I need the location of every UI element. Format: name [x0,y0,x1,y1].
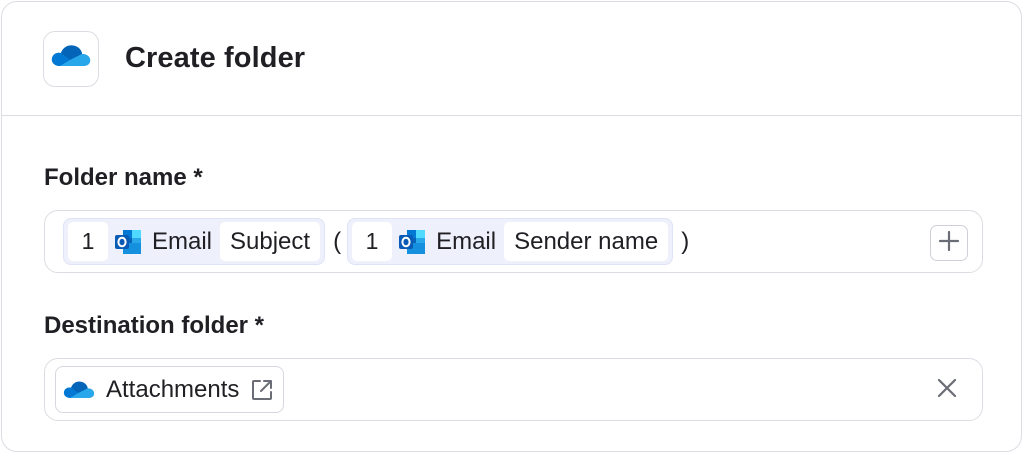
selected-folder-label: Attachments [106,375,240,403]
create-folder-card: Create folder Folder name * 1 Email Subj… [1,1,1022,452]
plus-icon [938,230,960,257]
clear-destination-button[interactable] [932,375,962,405]
token-field-name: Subject [220,222,321,261]
selected-folder-chip[interactable]: Attachments [55,366,285,413]
close-paren-text: ) [681,227,690,255]
card-header: Create folder [2,2,1021,116]
external-link-icon[interactable] [249,377,275,403]
token-step-number: 1 [68,222,108,261]
outlook-icon [392,222,432,261]
token-field-name: Sender name [504,222,669,261]
add-mapping-button[interactable] [930,225,968,261]
open-paren-text: ( [333,227,342,255]
close-icon [936,377,958,404]
destination-folder-field[interactable]: Attachments [44,358,983,421]
mapped-token-subject[interactable]: 1 Email Subject [63,218,326,265]
mapped-token-sender-name[interactable]: 1 Email Sender name [347,218,674,265]
onedrive-cloud-icon [62,375,96,405]
token-step-number: 1 [352,222,393,261]
token-app-name: Email [436,227,497,255]
app-icon-tile [43,30,99,87]
token-app-name: Email [152,227,213,255]
outlook-icon [108,222,148,261]
destination-folder-label: Destination folder * [44,312,265,339]
folder-name-field[interactable]: 1 Email Subject ( 1 Email Sender name) [44,210,983,273]
folder-name-label: Folder name * [44,164,203,191]
onedrive-cloud-icon [50,42,92,75]
page-title: Create folder [125,42,306,74]
